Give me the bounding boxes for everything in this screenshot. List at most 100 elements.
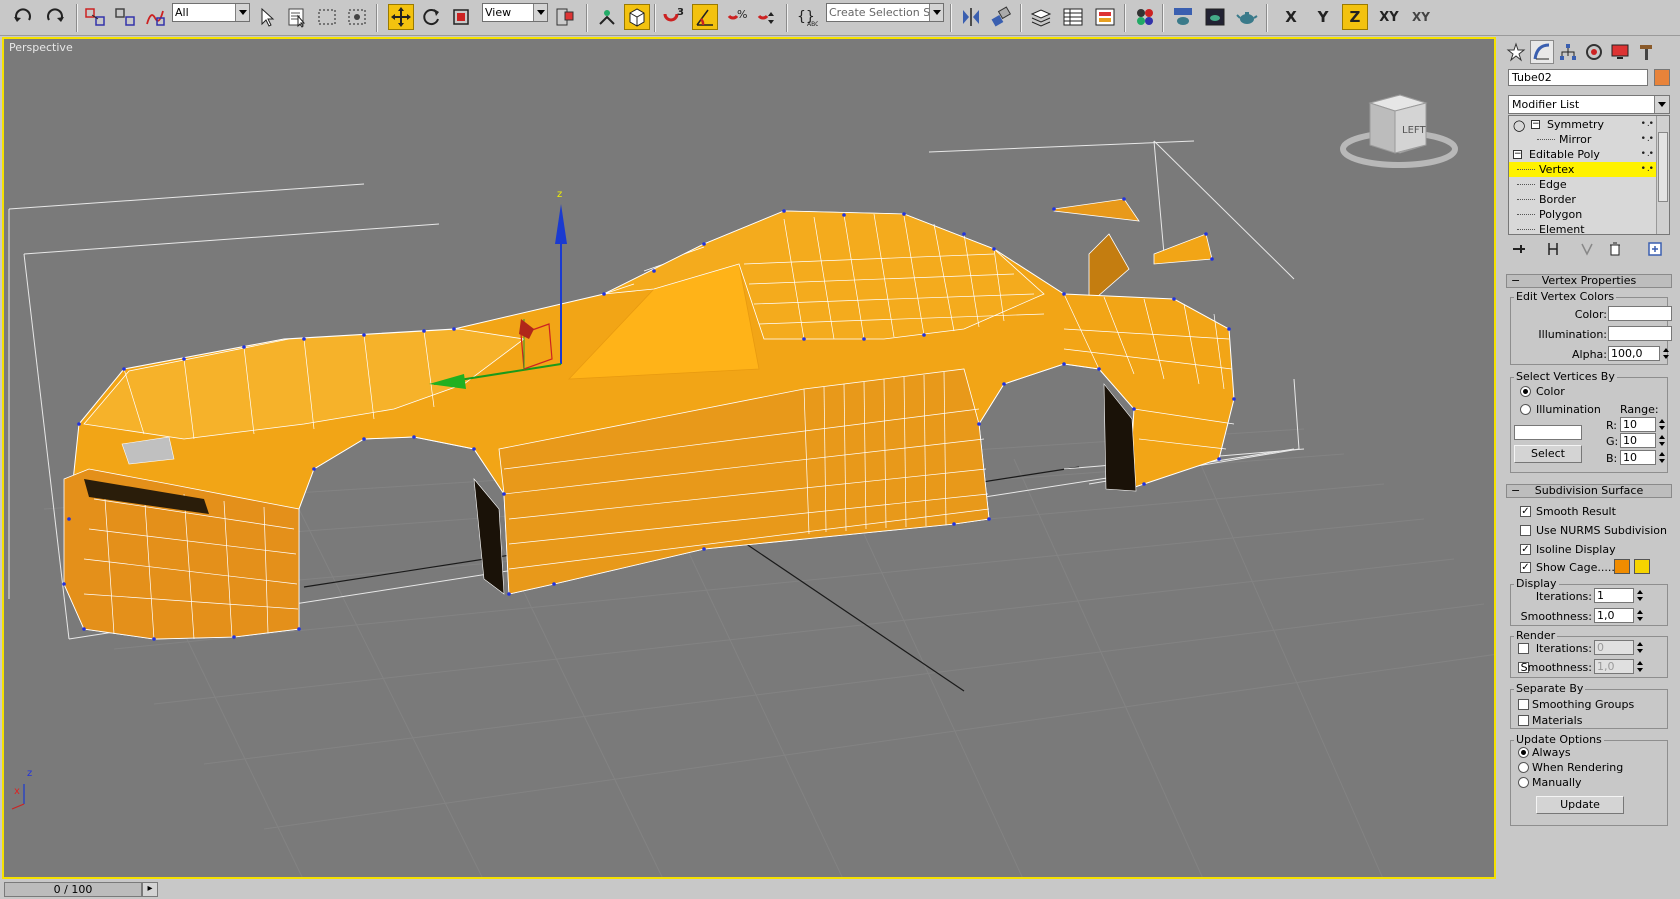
tab-modify[interactable] — [1530, 40, 1554, 64]
stack-item-editable-poly[interactable]: − Editable Poly • .• — [1509, 147, 1657, 162]
range-b-spinner[interactable] — [1658, 450, 1667, 465]
pin-stack-button[interactable] — [1508, 239, 1530, 259]
select-by-name-button[interactable] — [284, 4, 310, 30]
update-when-rendering-radio[interactable] — [1518, 762, 1529, 773]
modifier-stack[interactable]: ◯ − Symmetry • .• Mirror • .• − Editable… — [1508, 115, 1670, 235]
axis-x-button[interactable]: X — [1278, 4, 1304, 30]
show-end-result-button[interactable] — [1542, 239, 1564, 259]
subdivision-surface-rollout-header[interactable]: − Subdivision Surface — [1506, 484, 1672, 498]
axis-y-button[interactable]: Y — [1310, 4, 1336, 30]
select-by-color-radio[interactable] — [1520, 386, 1531, 397]
keyboard-shortcut-override-button[interactable] — [624, 4, 650, 30]
range-g-spinner[interactable] — [1658, 433, 1667, 448]
tab-create[interactable] — [1504, 40, 1528, 64]
edit-named-selections-button[interactable]: {} ABC — [794, 4, 820, 30]
car-mesh[interactable] — [62, 197, 1236, 641]
material-editor-button[interactable] — [1132, 4, 1158, 30]
render-production-button[interactable] — [1234, 4, 1260, 30]
modifier-list-dropdown[interactable]: Modifier List — [1508, 95, 1670, 114]
pivot-center-button[interactable] — [552, 4, 578, 30]
select-object-button[interactable] — [254, 4, 280, 30]
layer-manager-button[interactable] — [1028, 4, 1054, 30]
undo-button[interactable] — [10, 4, 36, 30]
update-button[interactable]: Update — [1536, 796, 1624, 814]
curve-editor-button[interactable] — [1060, 4, 1086, 30]
stack-item-mirror[interactable]: Mirror • .• — [1509, 132, 1657, 147]
select-button[interactable]: Select — [1514, 445, 1582, 463]
stack-item-element[interactable]: Element — [1509, 222, 1657, 234]
cage-selection-color-swatch[interactable] — [1634, 559, 1650, 574]
scrollbar-thumb[interactable] — [1658, 132, 1668, 202]
range-r-input[interactable]: 10 — [1620, 417, 1656, 432]
rect-selection-region-button[interactable] — [314, 4, 340, 30]
viewcube[interactable]: LEFT — [1340, 91, 1458, 181]
stack-item-edge[interactable]: Edge — [1509, 177, 1657, 192]
stack-item-symmetry[interactable]: ◯ − Symmetry • .• — [1509, 117, 1657, 132]
tab-hierarchy[interactable] — [1556, 40, 1580, 64]
next-frame-button[interactable]: ▸ — [142, 882, 158, 897]
alpha-input[interactable]: 100,0 — [1608, 346, 1660, 361]
range-b-input[interactable]: 10 — [1620, 450, 1656, 465]
smoothing-groups-checkbox[interactable] — [1518, 699, 1529, 710]
tab-motion[interactable] — [1582, 40, 1606, 64]
rendered-frame-window-button[interactable] — [1202, 4, 1228, 30]
select-by-illumination-radio[interactable] — [1520, 404, 1531, 415]
redo-button[interactable] — [42, 4, 68, 30]
show-cage-checkbox[interactable]: ✓ — [1520, 562, 1531, 573]
select-and-move-button[interactable] — [388, 4, 414, 30]
use-nurms-checkbox[interactable] — [1520, 525, 1531, 536]
schematic-view-button[interactable] — [1092, 4, 1118, 30]
range-r-spinner[interactable] — [1658, 417, 1667, 432]
named-selection-dropdown[interactable]: Create Selection Set — [826, 3, 944, 22]
vertex-properties-rollout-header[interactable]: − Vertex Properties — [1506, 274, 1672, 288]
select-color-swatch[interactable] — [1514, 425, 1582, 440]
tab-utilities[interactable] — [1634, 40, 1658, 64]
render-iterations-input[interactable]: 0 — [1594, 640, 1634, 655]
smooth-result-checkbox[interactable]: ✓ — [1520, 506, 1531, 517]
stack-item-border[interactable]: Border — [1509, 192, 1657, 207]
configure-modifier-sets-button[interactable] — [1644, 239, 1666, 259]
range-g-input[interactable]: 10 — [1620, 433, 1656, 448]
mirror-button[interactable] — [958, 4, 984, 30]
display-iterations-spinner[interactable] — [1636, 588, 1645, 603]
alpha-spinner[interactable] — [1662, 346, 1671, 361]
render-iterations-checkbox[interactable] — [1518, 643, 1529, 654]
align-button[interactable] — [988, 4, 1014, 30]
vertex-color-swatch[interactable] — [1608, 306, 1672, 321]
axis-xy-button[interactable]: XY — [1374, 4, 1404, 30]
manipulate-button[interactable] — [594, 4, 620, 30]
update-always-radio[interactable] — [1518, 747, 1529, 758]
update-manually-radio[interactable] — [1518, 777, 1529, 788]
object-name-field[interactable]: Tube02 — [1508, 69, 1648, 86]
vertex-illumination-swatch[interactable] — [1608, 326, 1672, 341]
unlink-button[interactable] — [112, 4, 138, 30]
render-smoothness-spinner[interactable] — [1636, 659, 1645, 674]
isoline-display-checkbox[interactable]: ✓ — [1520, 544, 1531, 555]
percent-snap-button[interactable]: % — [724, 4, 750, 30]
time-slider[interactable]: 0 / 100 — [4, 882, 142, 897]
collapse-icon[interactable]: − — [1513, 150, 1522, 159]
display-smoothness-spinner[interactable] — [1636, 608, 1645, 623]
stack-scrollbar[interactable] — [1656, 116, 1669, 234]
scene-canvas[interactable]: z z x — [4, 39, 1496, 879]
lightbulb-icon[interactable]: ◯ — [1513, 118, 1525, 133]
reference-coordinate-dropdown[interactable]: View — [482, 3, 548, 22]
tab-display[interactable] — [1608, 40, 1632, 64]
selection-filter-dropdown[interactable]: All — [172, 3, 250, 22]
render-setup-button[interactable] — [1170, 4, 1196, 30]
snaps-toggle-button[interactable]: 3 — [660, 4, 686, 30]
axis-z-button[interactable]: Z — [1342, 4, 1368, 30]
render-smoothness-input[interactable]: 1,0 — [1594, 659, 1634, 674]
stack-item-vertex[interactable]: Vertex • .• — [1509, 162, 1657, 177]
select-and-rotate-button[interactable] — [418, 4, 444, 30]
window-crossing-button[interactable] — [344, 4, 370, 30]
bind-space-warp-button[interactable] — [142, 4, 168, 30]
display-smoothness-input[interactable]: 1,0 — [1594, 608, 1634, 623]
select-and-scale-button[interactable] — [448, 4, 474, 30]
object-color-swatch[interactable] — [1654, 69, 1670, 86]
spinner-snap-button[interactable] — [754, 4, 780, 30]
axis-plane-cycle-button[interactable]: XY — [1406, 4, 1436, 30]
render-iterations-spinner[interactable] — [1636, 640, 1645, 655]
display-iterations-input[interactable]: 1 — [1594, 588, 1634, 603]
stack-item-polygon[interactable]: Polygon — [1509, 207, 1657, 222]
